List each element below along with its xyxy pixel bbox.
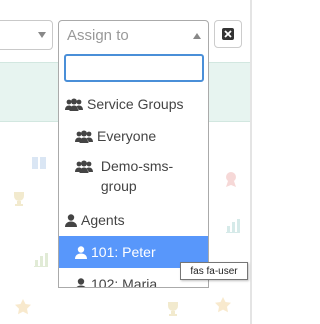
icon-tooltip: fas fa-user [180, 262, 248, 280]
dropdown-results: Service Groups Everyone Demo-sms-group A… [59, 90, 208, 288]
group-label: Agents [81, 212, 125, 228]
chevron-down-icon [38, 32, 46, 38]
group-label: Service Groups [87, 96, 184, 112]
chevron-up-icon [193, 33, 201, 39]
option-label: 101: Peter [91, 244, 156, 260]
option-label: 102: Maria [91, 276, 158, 288]
user-icon [76, 277, 86, 287]
option-label: Demo-sms-group [100, 158, 174, 194]
award-icon [226, 172, 236, 187]
dropdown-search-input[interactable] [66, 56, 202, 80]
option-demo-sms-group[interactable]: Demo-sms-group [59, 152, 208, 206]
assign-to-placeholder: Assign to [67, 27, 129, 44]
clear-button[interactable] [214, 20, 242, 48]
chart-icon [34, 253, 48, 267]
other-select[interactable] [0, 20, 53, 50]
users-icon [65, 98, 83, 111]
trophy-icon [14, 192, 24, 206]
assign-to-select[interactable]: Assign to [58, 20, 209, 51]
panel-border [250, 0, 252, 324]
group-service-groups: Service Groups [59, 90, 208, 120]
group-agents: Agents [59, 206, 208, 236]
star-icon [15, 299, 31, 315]
option-everyone[interactable]: Everyone [59, 120, 208, 152]
user-icon [65, 213, 77, 227]
star-icon [215, 297, 231, 313]
close-icon [222, 28, 234, 40]
assign-to-dropdown: Service Groups Everyone Demo-sms-group A… [58, 50, 209, 288]
option-label: Everyone [97, 128, 157, 144]
users-icon [75, 160, 93, 173]
page: Assign to Service Groups Everyone Demo-s… [0, 0, 256, 324]
user-icon [75, 245, 87, 259]
trophy-icon [168, 302, 178, 316]
tooltip-text: fas fa-user [190, 265, 238, 277]
users-icon [75, 130, 93, 143]
dropdown-search[interactable] [64, 54, 204, 82]
book-icon [32, 157, 46, 169]
chart-icon [226, 219, 240, 233]
